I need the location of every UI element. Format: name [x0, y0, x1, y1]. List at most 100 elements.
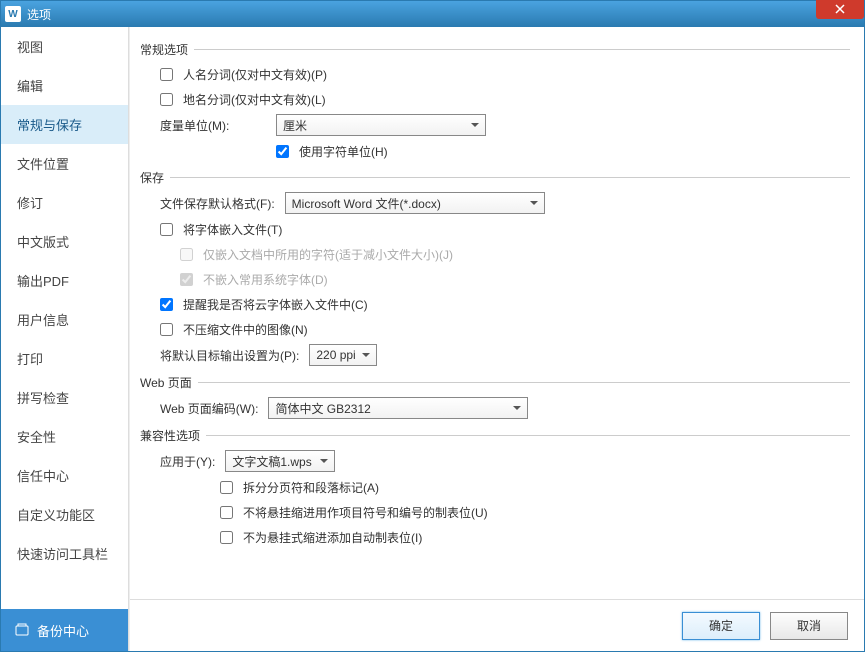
label-remind-cloud-font: 提醒我是否将云字体嵌入文件中(C) — [183, 296, 368, 313]
checkbox-place-name-seg[interactable] — [160, 93, 173, 106]
section-header-compat: 兼容性选项 — [140, 427, 850, 444]
sidebar-item-label: 视图 — [17, 40, 43, 55]
checkbox-person-name-seg[interactable] — [160, 68, 173, 81]
close-button[interactable] — [816, 0, 864, 19]
window-title: 选项 — [27, 6, 51, 23]
sidebar-item-spellcheck[interactable]: 拼写检查 — [1, 378, 128, 417]
sidebar-item-general-save[interactable]: 常规与保存 — [1, 105, 128, 144]
sidebar-item-label: 安全性 — [17, 430, 56, 445]
sidebar-item-label: 文件位置 — [17, 157, 69, 172]
sidebar-item-label: 输出PDF — [17, 274, 69, 289]
label-unit: 度量单位(M): — [160, 117, 270, 134]
sidebar-item-label: 快速访问工具栏 — [17, 547, 108, 562]
label-apply-to: 应用于(Y): — [160, 453, 215, 470]
checkbox-no-common-sys-fonts — [180, 273, 193, 286]
select-web-encoding[interactable]: 简体中文 GB2312 — [268, 397, 528, 419]
row-embed-only-used: 仅嵌入文档中所用的字符(适于减小文件大小)(J) — [180, 244, 850, 264]
row-embed-fonts: 将字体嵌入文件(T) — [160, 219, 850, 239]
section-title: 常规选项 — [140, 41, 188, 58]
label-place-name-seg: 地名分词(仅对中文有效)(L) — [183, 91, 326, 108]
sidebar-item-user-info[interactable]: 用户信息 — [1, 300, 128, 339]
row-default-format: 文件保存默认格式(F): Microsoft Word 文件(*.docx) — [160, 192, 850, 214]
sidebar-item-security[interactable]: 安全性 — [1, 417, 128, 456]
select-default-format[interactable]: Microsoft Word 文件(*.docx) — [285, 192, 545, 214]
sidebar-item-revision[interactable]: 修订 — [1, 183, 128, 222]
row-no-hang-indent: 不将悬挂缩进用作项目符号和编号的制表位(U) — [220, 502, 850, 522]
row-place-name-seg: 地名分词(仅对中文有效)(L) — [160, 89, 850, 109]
label-person-name-seg: 人名分词(仅对中文有效)(P) — [183, 66, 327, 83]
section-header-general: 常规选项 — [140, 41, 850, 58]
dialog-body: 视图 编辑 常规与保存 文件位置 修订 中文版式 输出PDF 用户信息 打印 拼… — [1, 27, 864, 651]
section-web: Web 页面 Web 页面编码(W): 简体中文 GB2312 — [140, 374, 850, 419]
app-icon: W — [5, 6, 21, 22]
divider — [194, 49, 850, 50]
checkbox-split-page-break[interactable] — [220, 481, 233, 494]
sidebar-item-edit[interactable]: 编辑 — [1, 66, 128, 105]
content-panel: 常规选项 人名分词(仅对中文有效)(P) 地名分词(仅对中文有效)(L) 度量单… — [130, 27, 864, 599]
label-no-auto-tab: 不为悬挂式缩进添加自动制表位(I) — [243, 529, 422, 546]
checkbox-embed-only-used — [180, 248, 193, 261]
ok-button[interactable]: 确定 — [682, 612, 760, 640]
section-save: 保存 文件保存默认格式(F): Microsoft Word 文件(*.docx… — [140, 169, 850, 366]
label-use-char-unit: 使用字符单位(H) — [299, 143, 388, 160]
checkbox-embed-fonts[interactable] — [160, 223, 173, 236]
sidebar-list: 视图 编辑 常规与保存 文件位置 修订 中文版式 输出PDF 用户信息 打印 拼… — [1, 27, 128, 609]
checkbox-no-compress-img[interactable] — [160, 323, 173, 336]
select-default-format-value: Microsoft Word 文件(*.docx) — [292, 195, 441, 212]
titlebar: W 选项 — [1, 1, 864, 27]
divider — [170, 177, 850, 178]
close-icon — [835, 4, 845, 14]
select-unit[interactable]: 厘米 — [276, 114, 486, 136]
label-no-hang-indent: 不将悬挂缩进用作项目符号和编号的制表位(U) — [243, 504, 488, 521]
select-unit-value: 厘米 — [283, 117, 307, 134]
label-embed-only-used: 仅嵌入文档中所用的字符(适于减小文件大小)(J) — [203, 246, 453, 263]
sidebar-item-label: 自定义功能区 — [17, 508, 95, 523]
row-split-page-break: 拆分分页符和段落标记(A) — [220, 477, 850, 497]
checkbox-remind-cloud-font[interactable] — [160, 298, 173, 311]
sidebar-item-print[interactable]: 打印 — [1, 339, 128, 378]
label-default-format: 文件保存默认格式(F): — [160, 195, 275, 212]
sidebar-item-label: 打印 — [17, 352, 43, 367]
select-default-output[interactable]: 220 ppi — [309, 344, 376, 366]
section-title: 保存 — [140, 169, 164, 186]
sidebar-item-label: 常规与保存 — [17, 118, 82, 133]
ok-label: 确定 — [709, 617, 733, 634]
label-split-page-break: 拆分分页符和段落标记(A) — [243, 479, 379, 496]
cancel-button[interactable]: 取消 — [770, 612, 848, 640]
divider — [198, 382, 850, 383]
dialog-footer: 确定 取消 — [130, 599, 864, 651]
sidebar-item-trust-center[interactable]: 信任中心 — [1, 456, 128, 495]
section-header-web: Web 页面 — [140, 374, 850, 391]
section-general: 常规选项 人名分词(仅对中文有效)(P) 地名分词(仅对中文有效)(L) 度量单… — [140, 41, 850, 161]
options-dialog: W 选项 视图 编辑 常规与保存 文件位置 修订 中文版式 输出PDF 用户信息… — [0, 0, 865, 652]
select-default-output-value: 220 ppi — [316, 348, 355, 362]
divider — [206, 435, 850, 436]
sidebar-item-label: 信任中心 — [17, 469, 69, 484]
select-web-encoding-value: 简体中文 GB2312 — [275, 400, 370, 417]
sidebar-item-customize-ribbon[interactable]: 自定义功能区 — [1, 495, 128, 534]
row-unit: 度量单位(M): 厘米 — [160, 114, 850, 136]
select-apply-to-value: 文字文稿1.wps — [232, 453, 311, 470]
label-no-common-sys-fonts: 不嵌入常用系统字体(D) — [203, 271, 328, 288]
cancel-label: 取消 — [797, 617, 821, 634]
row-remind-cloud-font: 提醒我是否将云字体嵌入文件中(C) — [160, 294, 850, 314]
checkbox-no-auto-tab[interactable] — [220, 531, 233, 544]
backup-center-button[interactable]: 备份中心 — [1, 609, 128, 651]
checkbox-no-hang-indent[interactable] — [220, 506, 233, 519]
section-title: 兼容性选项 — [140, 427, 200, 444]
sidebar-item-output-pdf[interactable]: 输出PDF — [1, 261, 128, 300]
row-web-encoding: Web 页面编码(W): 简体中文 GB2312 — [160, 397, 850, 419]
sidebar-item-file-location[interactable]: 文件位置 — [1, 144, 128, 183]
backup-icon — [15, 623, 29, 637]
sidebar-item-label: 拼写检查 — [17, 391, 69, 406]
backup-label: 备份中心 — [37, 621, 89, 640]
label-default-output: 将默认目标输出设置为(P): — [160, 347, 299, 364]
sidebar-item-chinese-layout[interactable]: 中文版式 — [1, 222, 128, 261]
checkbox-use-char-unit[interactable] — [276, 145, 289, 158]
sidebar-item-quick-access[interactable]: 快速访问工具栏 — [1, 534, 128, 573]
sidebar-item-view[interactable]: 视图 — [1, 27, 128, 66]
sidebar: 视图 编辑 常规与保存 文件位置 修订 中文版式 输出PDF 用户信息 打印 拼… — [1, 27, 129, 651]
sidebar-item-label: 修订 — [17, 196, 43, 211]
select-apply-to[interactable]: 文字文稿1.wps — [225, 450, 335, 472]
row-no-compress-img: 不压缩文件中的图像(N) — [160, 319, 850, 339]
